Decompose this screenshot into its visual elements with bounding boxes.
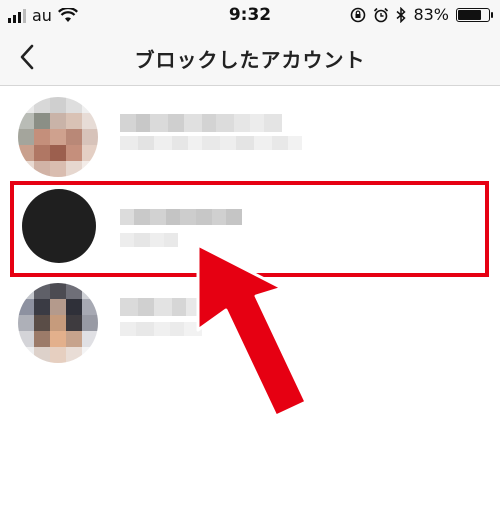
status-bar: au 9:32 83% — [0, 0, 500, 30]
bluetooth-icon — [396, 6, 407, 23]
blocked-account-row[interactable] — [0, 92, 500, 182]
alarm-icon — [374, 7, 389, 22]
avatar[interactable] — [18, 97, 98, 177]
navigation-bar: ブロックしたアカウント — [0, 30, 500, 86]
battery-fill — [458, 9, 482, 20]
avatar[interactable] — [18, 283, 98, 363]
status-right: 83% — [350, 5, 493, 24]
blurred-username — [120, 114, 282, 132]
battery-icon — [456, 7, 493, 22]
rotation-lock-icon — [351, 7, 366, 22]
red-arrow-icon — [196, 243, 308, 418]
blurred-display-name — [120, 136, 302, 150]
page-title: ブロックしたアカウント — [134, 48, 366, 72]
battery-percentage: 83% — [413, 5, 449, 24]
blurred-avatar-image — [18, 283, 98, 363]
blurred-avatar-image — [18, 97, 98, 177]
